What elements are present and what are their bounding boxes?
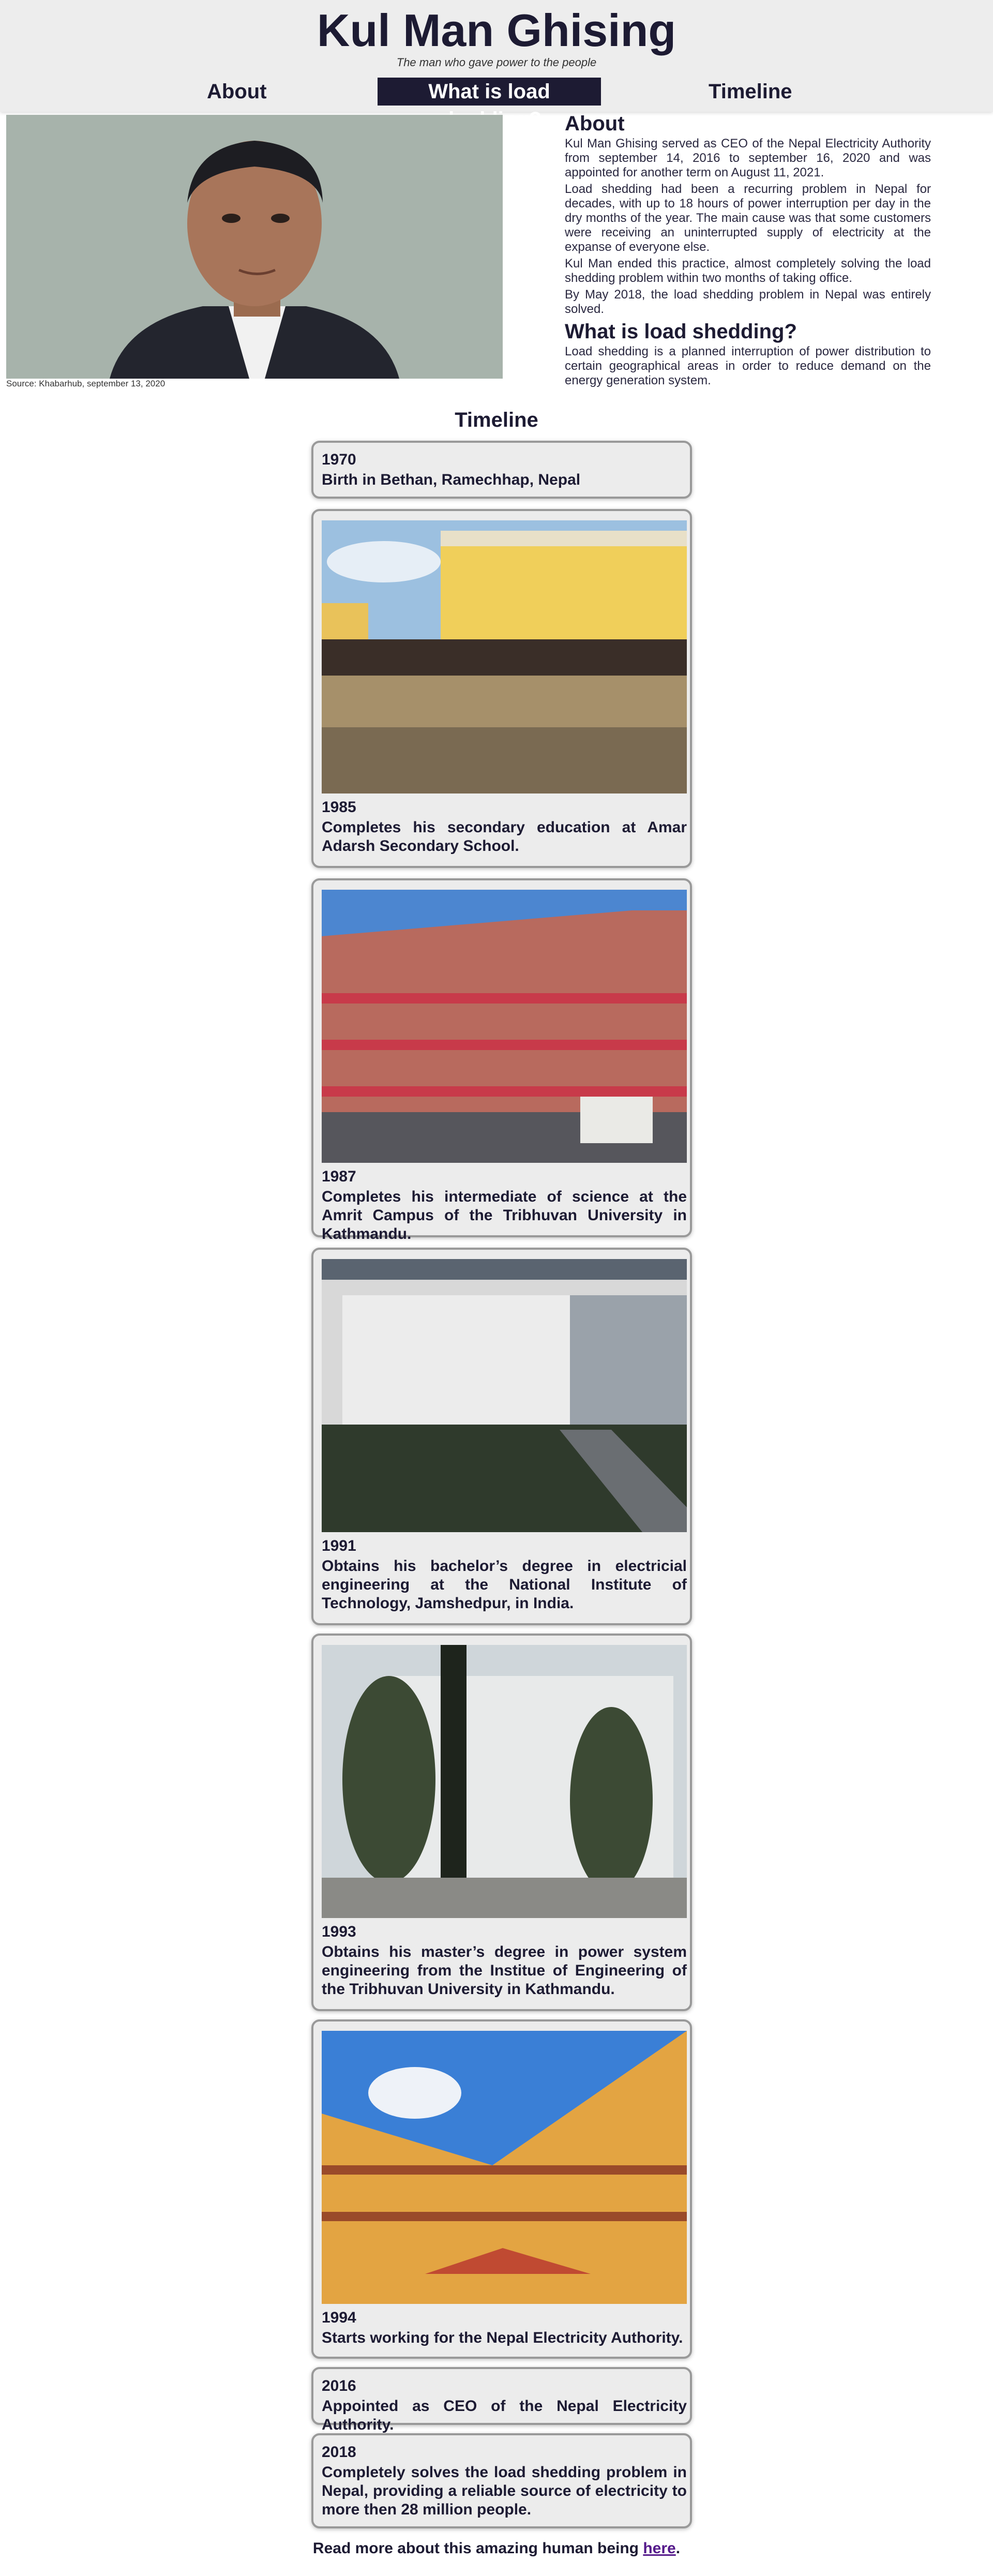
timeline-description: Birth in Bethan, Ramechhap, Nepal xyxy=(322,471,581,488)
about-paragraph: Load shedding had been a recurring probl… xyxy=(565,182,931,254)
timeline-year: 2018 xyxy=(322,2444,356,2461)
timeline-description: Completes his secondary education at Ama… xyxy=(322,819,687,855)
site-tagline: The man who gave power to the people xyxy=(396,56,597,69)
timeline-year: 1991 xyxy=(322,1537,356,1554)
read-more-link[interactable]: here xyxy=(643,2540,675,2557)
timeline-description: Obtains his bachelor’s degree in electri… xyxy=(322,1557,687,1612)
about-heading: About xyxy=(565,112,625,135)
timeline-description: Completely solves the load shedding prob… xyxy=(322,2464,687,2518)
timeline-photo-nea-building xyxy=(322,2031,687,2304)
timeline-item: 1985 Completes his secondary education a… xyxy=(311,509,692,868)
load-shedding-paragraph: Load shedding is a planned interruption … xyxy=(565,345,931,387)
timeline-year: 1970 xyxy=(322,451,356,468)
timeline-photo-institute xyxy=(322,1259,687,1532)
timeline-item: 1970 Birth in Bethan, Ramechhap, Nepal xyxy=(311,441,692,499)
timeline-photo-engineering xyxy=(322,1645,687,1918)
nav-link-timeline[interactable]: Timeline xyxy=(709,78,792,106)
timeline-description: Starts working for the Nepal Electricity… xyxy=(322,2329,683,2346)
load-shedding-heading: What is load shedding? xyxy=(565,320,797,343)
nav-link-load-shedding[interactable]: What is load shedding? xyxy=(378,78,601,131)
photo-source-caption: Source: Khabarhub, september 13, 2020 xyxy=(6,379,166,388)
timeline-heading: Timeline xyxy=(455,409,538,431)
timeline-item: 1994 Starts working for the Nepal Electr… xyxy=(311,2019,692,2359)
about-paragraph: Kul Man Ghising served as CEO of the Nep… xyxy=(565,137,931,179)
site-title: Kul Man Ghising xyxy=(317,5,676,56)
timeline-year: 2016 xyxy=(322,2377,356,2394)
read-more-suffix: . xyxy=(675,2540,681,2557)
timeline-description: Obtains his master’s degree in power sys… xyxy=(322,1943,687,1998)
nav-link-about[interactable]: About xyxy=(207,78,267,106)
about-section: About Kul Man Ghising served as CEO of t… xyxy=(565,111,931,390)
timeline-item: 1993 Obtains his master’s degree in powe… xyxy=(311,1634,692,2011)
about-paragraph: Kul Man ended this practice, almost comp… xyxy=(565,257,931,285)
timeline-item: 1991 Obtains his bachelor’s degree in el… xyxy=(311,1248,692,1625)
timeline-item: 2018 Completely solves the load shedding… xyxy=(311,2433,692,2528)
timeline-item: 2016 Appointed as CEO of the Nepal Elect… xyxy=(311,2367,692,2433)
timeline-photo-campus xyxy=(322,890,687,1163)
timeline-year: 1985 xyxy=(322,799,356,816)
portrait-photo xyxy=(6,115,503,379)
read-more-text: Read more about this amazing human being… xyxy=(0,2540,993,2557)
about-paragraph: By May 2018, the load shedding problem i… xyxy=(565,288,931,316)
timeline-year: 1987 xyxy=(322,1168,356,1185)
timeline-description: Appointed as CEO of the Nepal Electricit… xyxy=(322,2398,687,2433)
timeline-year: 1994 xyxy=(322,2309,356,2326)
timeline-item: 1987 Completes his intermediate of scien… xyxy=(311,878,692,1242)
timeline-photo-school xyxy=(322,520,687,793)
timeline-year: 1993 xyxy=(322,1923,356,1940)
read-more-prefix: Read more about this amazing human being xyxy=(312,2540,643,2557)
timeline-description: Completes his intermediate of science at… xyxy=(322,1188,687,1242)
site-header: Kul Man Ghising The man who gave power t… xyxy=(0,0,993,131)
